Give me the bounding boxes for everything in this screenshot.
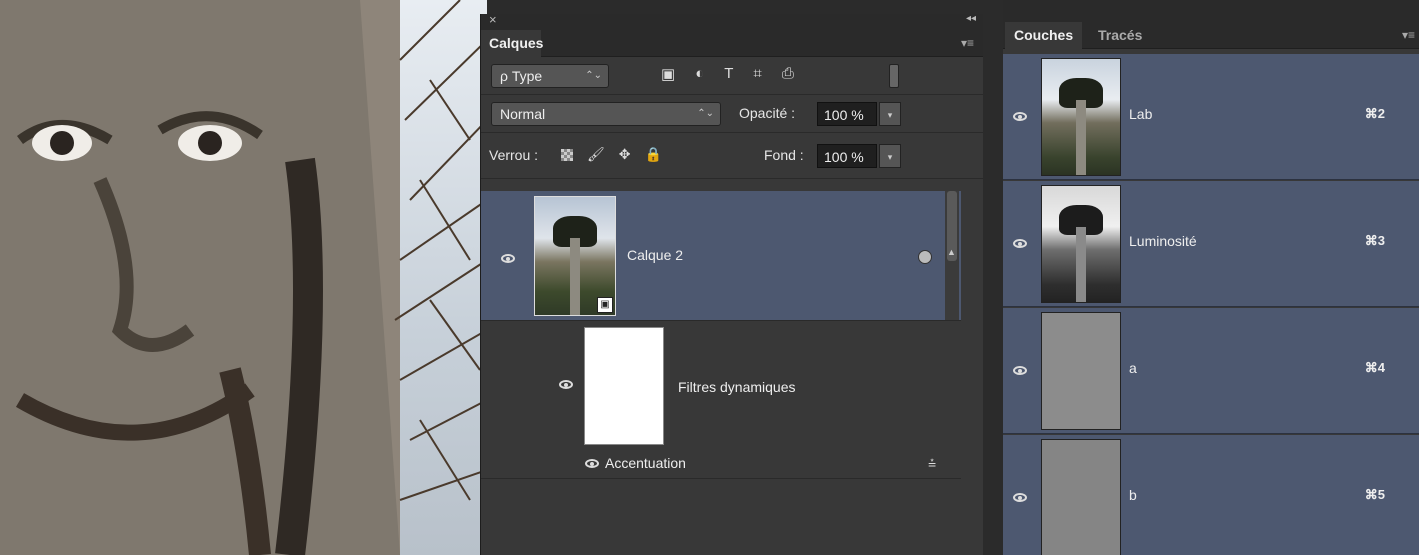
channel-thumbnail [1041, 185, 1121, 303]
channels-menu-icon[interactable]: ▾≡ [1402, 28, 1415, 42]
thumbnail-tree-trunk [1076, 226, 1086, 302]
panel-menu-icon[interactable]: ▾≡ [961, 36, 974, 50]
channel-name: Luminosité [1129, 233, 1197, 249]
opacity-input[interactable]: 100 % [817, 102, 877, 126]
smart-filter-mask-thumbnail[interactable] [584, 327, 664, 445]
tab-traces[interactable]: Tracés [1098, 27, 1142, 43]
lock-fill-row: Verrou : 🖌 ✥ 🔒 Fond : 100 % ▾ [481, 133, 984, 179]
channel-row-luminosite[interactable]: Luminosité ⌘3 [1003, 181, 1419, 307]
channel-name: a [1129, 360, 1137, 376]
type-filter-icon[interactable]: T [724, 65, 733, 83]
filter-name-accentuation[interactable]: Accentuation [605, 455, 686, 471]
channel-shortcut: ⌘2 [1364, 106, 1385, 121]
channel-shortcut: ⌘4 [1364, 360, 1385, 375]
channels-tabbar: Couches Tracés ▾≡ [1003, 22, 1419, 49]
document-canvas[interactable] [0, 0, 487, 555]
smart-filters-visibility-eye-icon[interactable] [559, 380, 573, 389]
channel-name: Lab [1129, 106, 1153, 122]
opacity-label: Opacité : [739, 105, 796, 121]
channels-panel-titlebar [1003, 0, 1419, 22]
adjustment-filter-icon[interactable]: ◐ [695, 65, 704, 83]
channel-visibility-eye-icon[interactable] [1013, 493, 1027, 502]
channel-row-a[interactable]: a ⌘4 [1003, 308, 1419, 434]
layer-filter-row: ρ Type ⌃⌄ ▣ ◐ T ⌗ ⎙ [481, 57, 984, 95]
blend-opacity-row: Normal ⌃⌄ Opacité : 100 % ▾ [481, 95, 984, 133]
layers-panel-titlebar: × ◂◂ [481, 12, 984, 30]
channel-shortcut: ⌘3 [1364, 233, 1385, 248]
lock-icon-group: 🖌 ✥ 🔒 [561, 146, 662, 163]
channel-visibility-eye-icon[interactable] [1013, 239, 1027, 248]
filter-blending-options-icon[interactable]: ⩮ [928, 455, 936, 472]
smart-filters-label[interactable]: Filtres dynamiques [678, 379, 796, 395]
layer-name-calque-2[interactable]: Calque 2 [627, 247, 683, 263]
channel-thumbnail [1041, 312, 1121, 430]
lock-pixels-brush-icon[interactable]: 🖌 [587, 146, 605, 163]
smart-filter-indicator-icon[interactable] [918, 250, 932, 264]
channel-thumbnail [1041, 58, 1121, 176]
close-icon[interactable]: × [489, 12, 497, 27]
lock-label: Verrou : [489, 147, 539, 163]
tab-calques[interactable]: Calques [481, 30, 543, 57]
blend-mode-select[interactable]: Normal ⌃⌄ [491, 102, 721, 126]
opacity-dropdown-icon[interactable]: ▾ [879, 102, 901, 126]
panel-dock-gutter [983, 14, 1003, 555]
channel-visibility-eye-icon[interactable] [1013, 112, 1027, 121]
collapse-icon[interactable]: ◂◂ [966, 13, 976, 24]
image-filter-icon[interactable]: ▣ [661, 65, 675, 83]
layers-panel: × ◂◂ Calques ▾≡ ρ Type ⌃⌄ ▣ ◐ T ⌗ ⎙ Norm… [480, 12, 985, 555]
channel-thumbnail [1041, 439, 1121, 555]
blend-mode-label: Normal [500, 106, 546, 122]
accentuation-visibility-eye-icon[interactable] [585, 459, 599, 468]
layer-thumbnail[interactable]: ▣ [534, 196, 616, 316]
filter-toggle-switch[interactable] [889, 64, 899, 88]
channels-panel: Couches Tracés ▾≡ Lab ⌘2 Luminosité ⌘3 a… [1003, 0, 1419, 555]
lock-all-padlock-icon[interactable]: 🔒 [645, 146, 662, 163]
filter-type-label: ρ Type [500, 68, 543, 84]
lock-transparency-icon[interactable] [561, 148, 573, 161]
tab-couches[interactable]: Couches [1005, 22, 1083, 49]
channel-row-b[interactable]: b ⌘5 [1003, 435, 1419, 555]
thumbnail-tree-trunk [570, 238, 580, 315]
wooden-totem-face-image [0, 0, 487, 555]
filter-type-select[interactable]: ρ Type ⌃⌄ [491, 64, 609, 88]
layer-visibility-eye-icon[interactable] [501, 254, 515, 263]
channel-visibility-eye-icon[interactable] [1013, 366, 1027, 375]
thumbnail-tree-trunk [1076, 99, 1086, 175]
select-arrows-icon: ⌃⌄ [585, 70, 602, 81]
fill-input[interactable]: 100 % [817, 144, 877, 168]
channel-shortcut: ⌘5 [1364, 487, 1385, 502]
smart-object-badge-icon: ▣ [597, 297, 613, 313]
select-arrows-icon: ⌃⌄ [697, 108, 714, 119]
shape-filter-icon[interactable]: ⌗ [753, 65, 761, 83]
smart-object-filter-icon[interactable]: ⎙ [782, 65, 794, 83]
fill-label: Fond : [764, 147, 804, 163]
layer-separator [481, 320, 961, 321]
scroll-up-arrow-icon[interactable]: ▲ [947, 247, 956, 257]
layer-separator [481, 478, 961, 479]
channel-row-lab[interactable]: Lab ⌘2 [1003, 54, 1419, 180]
fill-dropdown-icon[interactable]: ▾ [879, 144, 901, 168]
lock-position-move-icon[interactable]: ✥ [619, 146, 631, 163]
layers-tabbar: Calques ▾≡ [481, 30, 984, 57]
filter-icon-group: ▣ ◐ T ⌗ ⎙ [661, 65, 794, 83]
channel-name: b [1129, 487, 1137, 503]
